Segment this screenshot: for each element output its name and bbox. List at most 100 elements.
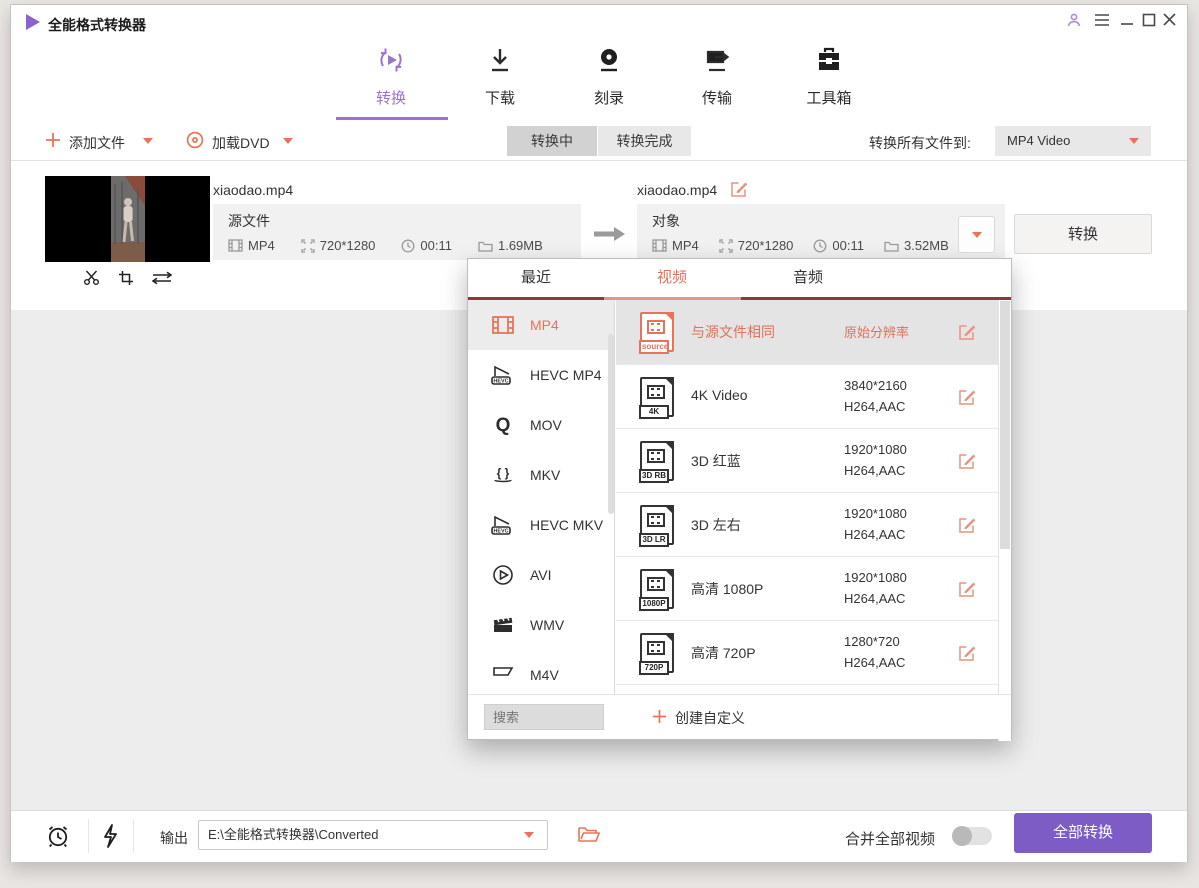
download-icon	[484, 63, 516, 80]
tab-finished[interactable]: 转换完成	[598, 126, 691, 156]
tab-burn[interactable]: 刻录	[564, 44, 654, 108]
format-item-m4v[interactable]: M4V	[468, 650, 614, 696]
plus-icon	[45, 132, 61, 153]
preset-row-3d-lr[interactable]: 3D LR 3D 左右 1920*1080H264,AAC	[616, 493, 998, 557]
convert-button[interactable]: 转换	[1014, 214, 1152, 254]
maximize-icon[interactable]	[1142, 13, 1156, 32]
1080p-file-icon: 1080P	[640, 569, 674, 609]
toolbox-icon	[813, 63, 845, 80]
app-title: 全能格式转换器	[48, 15, 146, 35]
footer-divider	[133, 819, 134, 853]
performance-icon[interactable]	[99, 823, 119, 854]
format-item-mkv[interactable]: { } MKV	[468, 450, 614, 500]
transfer-icon	[701, 63, 733, 80]
output-path-dropdown[interactable]: E:\全能格式转换器\Converted	[198, 820, 548, 850]
panel-tab-audio[interactable]: 音频	[740, 259, 876, 297]
format-item-avi[interactable]: AVI	[468, 550, 614, 600]
format-item-label: WMV	[530, 617, 564, 633]
footer-divider	[88, 819, 89, 853]
target-resolution: 720*1280	[719, 238, 794, 253]
preset-specs: 3840*2160H264,AAC	[844, 375, 907, 417]
edit-preset-icon[interactable]	[958, 452, 976, 475]
preset-name: 与源文件相同	[691, 322, 775, 342]
edit-preset-icon[interactable]	[958, 580, 976, 603]
active-tab-underline	[336, 117, 448, 120]
m4v-icon	[490, 666, 516, 684]
hevc-play-icon: HEVC	[490, 514, 516, 536]
format-item-hevc-mkv[interactable]: HEVC HEVC MKV	[468, 500, 614, 550]
tab-transfer-label: 传输	[672, 87, 762, 108]
preset-dropdown-button[interactable]	[958, 216, 995, 253]
tab-download[interactable]: 下载	[455, 44, 545, 108]
minimize-icon[interactable]	[1120, 13, 1134, 32]
merge-videos-toggle[interactable]	[952, 827, 992, 845]
hevc-play-icon: HEVC	[490, 364, 516, 386]
folder-icon	[884, 240, 899, 252]
edit-preset-icon[interactable]	[958, 388, 976, 411]
format-caret-icon	[1129, 138, 1139, 144]
toggle-knob	[952, 826, 972, 846]
preset-list-scrollbar-track[interactable]	[998, 300, 1011, 741]
tab-convert-label: 转换	[346, 87, 436, 108]
format-item-label: AVI	[530, 567, 552, 583]
format-item-wmv[interactable]: WMV	[468, 600, 614, 650]
schedule-icon[interactable]	[45, 823, 71, 854]
source-info-box: 源文件 MP4 720*1280 00:11 1.69MB	[213, 204, 581, 260]
preset-search-input[interactable]	[484, 704, 604, 730]
preset-specs: 1920*1080H264,AAC	[844, 439, 907, 481]
open-folder-icon[interactable]	[578, 825, 600, 848]
crop-icon[interactable]	[118, 270, 134, 291]
format-list-scrollbar[interactable]	[608, 334, 614, 514]
effects-icon[interactable]	[152, 270, 172, 291]
format-item-mov[interactable]: Q MOV	[468, 400, 614, 450]
load-dvd-button[interactable]: 加载DVD	[212, 133, 270, 153]
preset-name: 高清 1080P	[691, 579, 763, 599]
user-icon[interactable]	[1066, 12, 1082, 33]
rename-icon[interactable]	[730, 180, 748, 203]
clock-icon	[401, 239, 415, 253]
trim-icon[interactable]	[83, 269, 100, 291]
add-files-caret-icon[interactable]	[143, 138, 153, 144]
load-dvd-caret-icon[interactable]	[283, 138, 293, 144]
tab-converting[interactable]: 转换中	[507, 126, 597, 156]
preset-caret-icon	[972, 232, 982, 238]
panel-tab-video[interactable]: 视频	[604, 259, 740, 297]
target-info-box: 对象 MP4 720*1280 00:11 3.52MB	[637, 204, 1005, 260]
edit-preset-icon[interactable]	[958, 644, 976, 667]
dvd-icon	[186, 131, 204, 154]
preset-specs: 1920*1080H264,AAC	[844, 503, 907, 545]
format-item-mp4[interactable]: MP4	[468, 300, 614, 350]
edit-preset-icon[interactable]	[958, 323, 976, 346]
panel-bottom-bar: 创建自定义	[468, 694, 1011, 739]
edit-preset-icon[interactable]	[958, 516, 976, 539]
preset-detail: 原始分辨率	[844, 322, 909, 343]
panel-tab-recent[interactable]: 最近	[468, 259, 604, 297]
target-format: MP4	[652, 238, 699, 253]
preset-row-1080p[interactable]: 1080P 高清 1080P 1920*1080H264,AAC	[616, 557, 998, 621]
720p-file-icon: 720P	[640, 633, 674, 673]
format-item-label: MP4	[530, 317, 559, 333]
tab-transfer[interactable]: 传输	[672, 44, 762, 108]
close-icon[interactable]	[1162, 12, 1177, 32]
arrow-right-icon	[592, 226, 626, 247]
folder-icon	[478, 240, 493, 252]
play-circle-icon	[490, 564, 516, 586]
preset-name: 4K Video	[691, 387, 748, 403]
tab-toolbox[interactable]: 工具箱	[784, 44, 874, 108]
film-icon	[228, 239, 243, 252]
preset-row-720p[interactable]: 720P 高清 720P 1280*720H264,AAC	[616, 621, 998, 685]
menu-icon[interactable]	[1094, 13, 1110, 32]
format-item-label: HEVC MP4	[530, 367, 602, 383]
preset-row-3d-rb[interactable]: 3D RB 3D 红蓝 1920*1080H264,AAC	[616, 429, 998, 493]
preset-list-scrollbar-thumb[interactable]	[1000, 301, 1010, 549]
add-files-button[interactable]: 添加文件	[69, 133, 125, 153]
convert-all-button[interactable]: 全部转换	[1014, 813, 1152, 853]
format-item-hevc-mp4[interactable]: HEVC HEVC MP4	[468, 350, 614, 400]
tab-convert[interactable]: 转换	[346, 44, 436, 108]
target-title: 对象	[652, 211, 1005, 231]
preset-row-source[interactable]: source 与源文件相同 原始分辨率	[616, 300, 998, 365]
4k-file-icon: 4K	[640, 377, 674, 417]
preset-row-4k[interactable]: 4K 4K Video 3840*2160H264,AAC	[616, 365, 998, 429]
output-format-dropdown[interactable]: MP4 Video	[995, 126, 1151, 156]
create-custom-button[interactable]: 创建自定义	[675, 708, 745, 728]
